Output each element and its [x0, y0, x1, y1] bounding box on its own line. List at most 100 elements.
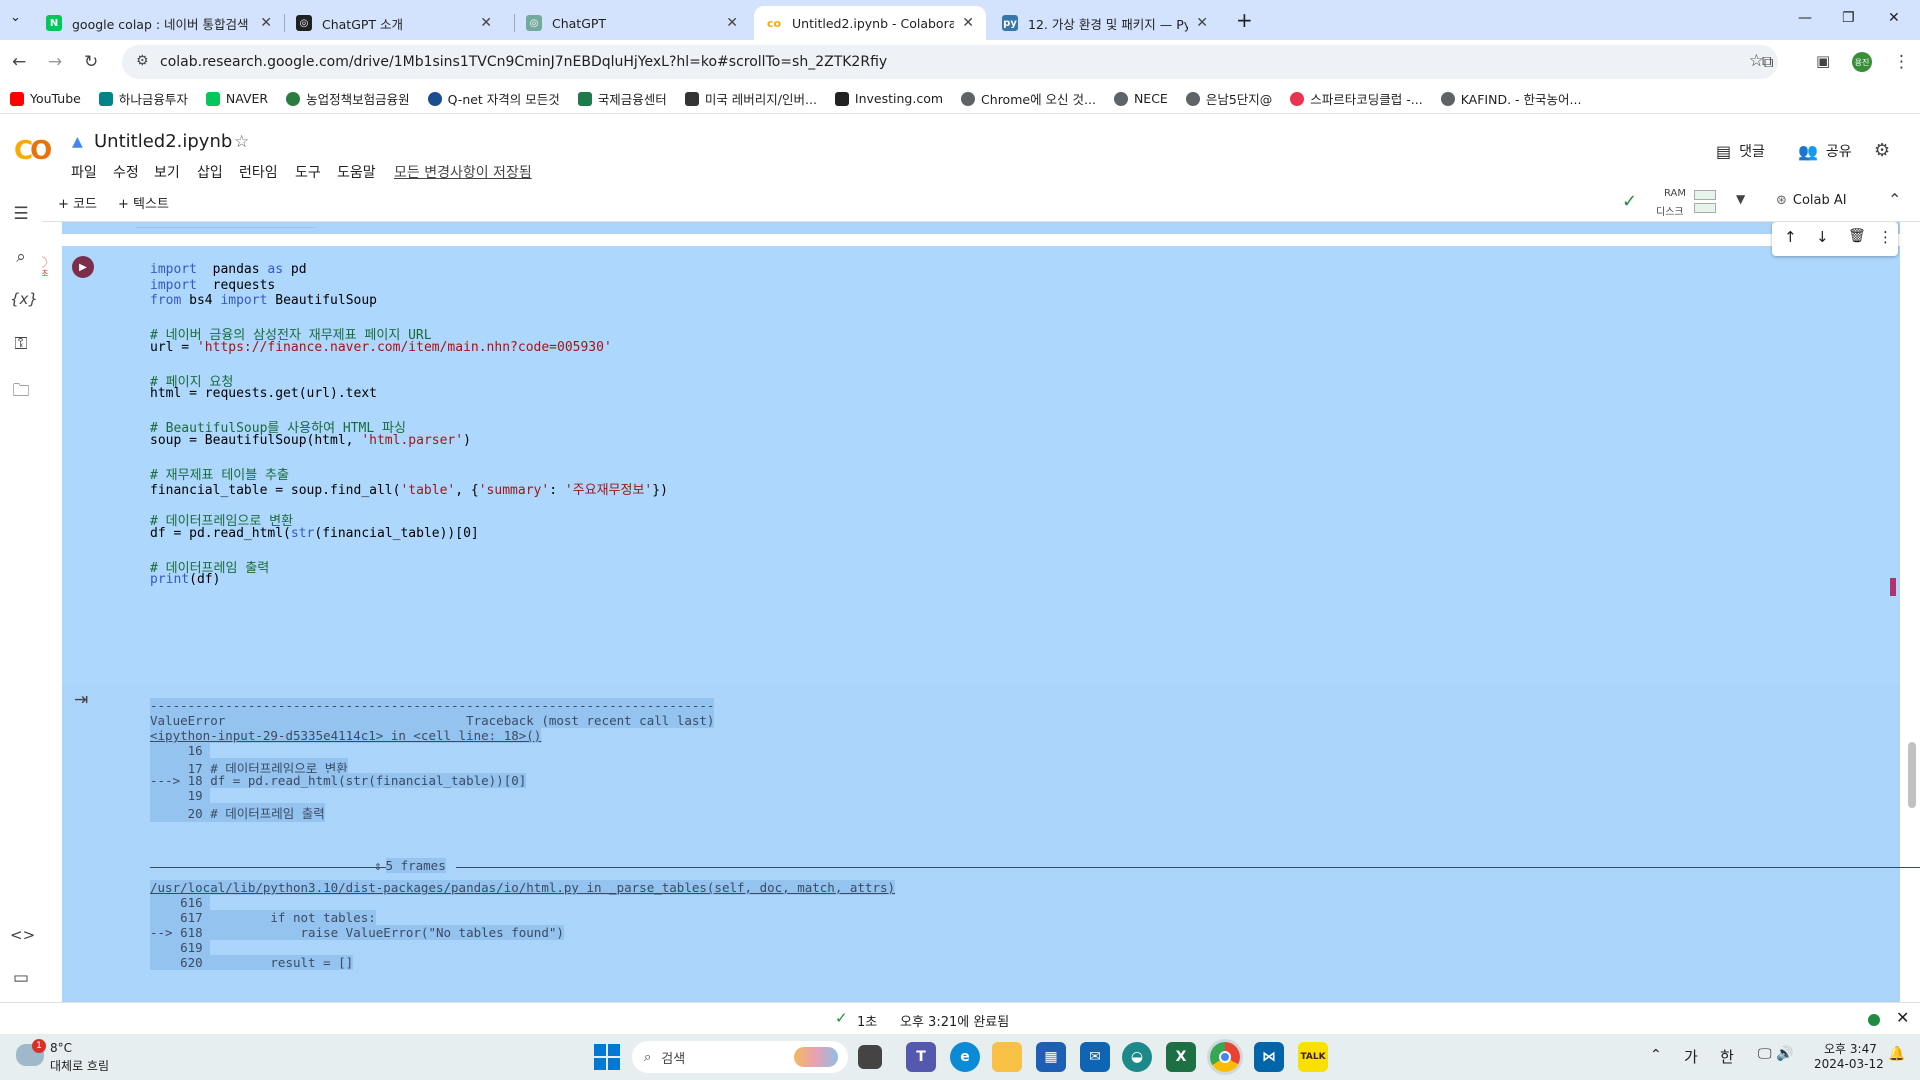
bookmark-leverage[interactable]: 미국 레버리지/인버... — [684, 89, 817, 108]
files-folder-icon[interactable]: 🗀 — [10, 378, 32, 407]
kakaotalk-icon[interactable]: TALK — [1298, 1042, 1328, 1072]
secrets-key-icon[interactable]: ⚿ — [10, 334, 32, 354]
bookmark-qnet[interactable]: Q-net 자격의 모든것 — [427, 89, 560, 108]
menu-file[interactable]: 파일 — [71, 162, 97, 182]
tray-chevron-icon[interactable]: ⌃ — [1650, 1047, 1662, 1063]
minimize-icon[interactable]: — — [1798, 10, 1812, 26]
close-window-icon[interactable]: ✕ — [1888, 10, 1900, 26]
tab-naver-search[interactable]: N google colap : 네이버 통합검색 ✕ — [34, 6, 284, 40]
tab-chatgpt[interactable]: ◎ ChatGPT ✕ — [514, 6, 750, 40]
close-tab-icon[interactable]: ✕ — [480, 15, 492, 31]
tab-search-icon[interactable]: ⌄ — [10, 10, 21, 25]
search-icon[interactable]: ⌕ — [10, 247, 32, 267]
add-text-button[interactable]: + 텍스트 — [118, 193, 169, 212]
share-button[interactable]: 👥 공유 — [1798, 141, 1852, 161]
tab-colab-active[interactable]: co Untitled2.ipynb - Colaboratory ✕ — [754, 6, 986, 40]
run-cell-button[interactable]: ▶ — [72, 256, 94, 278]
tab-python-docs[interactable]: py 12. 가상 환경 및 패키지 — Pyt ✕ — [990, 6, 1220, 40]
forward-icon[interactable]: → — [48, 52, 62, 72]
close-tab-icon[interactable]: ✕ — [726, 15, 738, 31]
bookmark-investing[interactable]: Investing.com — [834, 91, 943, 106]
bookmark-agri[interactable]: 농업정책보험금융원 — [286, 89, 410, 108]
weather-desc: 대체로 흐림 — [50, 1059, 110, 1073]
move-up-icon[interactable]: ↑ — [1784, 228, 1797, 246]
bookmark-kafind[interactable]: KAFIND. - 한국농어... — [1440, 89, 1581, 108]
python-app-icon[interactable]: ◒ — [1122, 1042, 1152, 1072]
code-editor[interactable] — [62, 246, 1900, 684]
menu-tools[interactable]: 도구 — [295, 162, 321, 182]
close-tab-icon[interactable]: ✕ — [260, 15, 272, 31]
side-panel-icon[interactable]: ▣ — [1816, 52, 1830, 70]
code-line: df = pd.read_html(str(financial_table))[… — [150, 525, 479, 541]
colab-logo[interactable]: CO — [14, 136, 52, 166]
terminal-icon[interactable]: ▭ — [10, 968, 32, 988]
bookmark-sparta[interactable]: 스파르타코딩클럽 -... — [1290, 89, 1423, 108]
disk-meter[interactable] — [1694, 203, 1716, 213]
menu-view[interactable]: 보기 — [154, 162, 180, 182]
notebook-title[interactable]: Untitled2.ipynb — [94, 131, 232, 152]
chrome-icon[interactable] — [1210, 1042, 1240, 1072]
frames-label: 5 frames — [385, 858, 446, 873]
ram-meter[interactable] — [1694, 190, 1716, 200]
extensions-icon[interactable]: ⧉ — [1762, 52, 1773, 72]
comment-button[interactable]: ▤ 댓글 — [1716, 141, 1765, 161]
menu-edit[interactable]: 수정 — [113, 162, 139, 182]
clock-date[interactable]: 2024-03-12 — [1814, 1057, 1884, 1071]
menu-runtime[interactable]: 런타임 — [239, 162, 278, 182]
frames-toggle[interactable]: ⇕ 5 frames — [374, 858, 446, 873]
new-tab-icon[interactable]: + — [1236, 8, 1253, 32]
notification-bell-icon[interactable]: 🔔 — [1888, 1046, 1905, 1062]
ime-language-indicator[interactable]: 한 — [1720, 1046, 1734, 1067]
profile-avatar[interactable]: 용진 — [1852, 52, 1872, 72]
reload-icon[interactable]: ↻ — [84, 52, 98, 72]
close-tab-icon[interactable]: ✕ — [962, 15, 974, 31]
teams-icon[interactable]: T — [906, 1042, 936, 1072]
address-bar[interactable]: ⚙ colab.research.google.com/drive/1Mb1si… — [122, 45, 1778, 79]
colab-ai-button[interactable]: ⊛ Colab AI — [1776, 193, 1847, 208]
traceback-line[interactable]: /usr/local/lib/python3.10/dist-packages/… — [150, 880, 896, 895]
excel-icon[interactable]: X — [1166, 1042, 1196, 1072]
add-code-button[interactable]: + 코드 — [58, 193, 97, 212]
menu-help[interactable]: 도움말 — [337, 162, 376, 182]
bookmark-hana[interactable]: 하나금융투자 — [98, 89, 188, 108]
output-action-icon[interactable]: ⇥ — [74, 690, 88, 710]
scrollbar-thumb[interactable] — [1908, 742, 1916, 808]
move-down-icon[interactable]: ↓ — [1816, 228, 1829, 246]
windows-start-icon[interactable] — [594, 1044, 620, 1070]
traceback-line[interactable]: <ipython-input-29-d5335e4114c1> in <cell… — [150, 728, 542, 743]
back-icon[interactable]: ← — [12, 52, 26, 72]
ime-mode-indicator[interactable]: 가 — [1684, 1046, 1698, 1067]
restore-icon[interactable]: ❐ — [1842, 10, 1855, 26]
close-status-icon[interactable]: ✕ — [1896, 1008, 1909, 1027]
variables-icon[interactable]: {x} — [10, 290, 38, 308]
tab-chatgpt-intro[interactable]: ◎ ChatGPT 소개 ✕ — [284, 6, 504, 40]
bookmark-naver[interactable]: NAVER — [205, 91, 268, 106]
save-status[interactable]: 모든 변경사항이 저장됨 — [394, 162, 532, 182]
collapse-header-icon[interactable]: ⌃ — [1888, 190, 1901, 209]
cell-more-icon[interactable]: ⋮ — [1878, 228, 1893, 246]
bookmark-nece[interactable]: NECE — [1113, 91, 1168, 106]
star-icon[interactable]: ☆ — [234, 132, 249, 152]
ms-store-icon[interactable]: ▦ — [1036, 1042, 1066, 1072]
bookmark-apartment[interactable]: 은남5단지@ — [1185, 89, 1272, 108]
close-tab-icon[interactable]: ✕ — [1196, 15, 1208, 31]
site-info-icon[interactable]: ⚙ — [136, 53, 149, 69]
bookmark-youtube[interactable]: YouTube — [10, 91, 81, 106]
toc-icon[interactable]: ☰ — [10, 204, 32, 224]
file-explorer-icon[interactable] — [992, 1042, 1022, 1072]
delete-cell-icon[interactable]: 🗑 — [1848, 228, 1866, 244]
clock-time[interactable]: 오후 3:47 — [1824, 1040, 1877, 1057]
more-menu-icon[interactable]: ⋮ — [1893, 52, 1910, 72]
edge-icon[interactable]: e — [950, 1042, 980, 1072]
mail-icon[interactable]: ✉ — [1080, 1042, 1110, 1072]
bookmark-chrome[interactable]: Chrome에 오신 것... — [961, 89, 1096, 108]
settings-gear-icon[interactable]: ⚙ — [1874, 140, 1890, 161]
code-snippets-icon[interactable]: <> — [10, 926, 35, 944]
task-view-icon[interactable] — [858, 1045, 882, 1069]
network-volume-icon[interactable]: 🖵 🔊 — [1758, 1046, 1793, 1062]
bookmark-kcif[interactable]: 국제금융센터 — [577, 89, 667, 108]
menu-insert[interactable]: 삽입 — [197, 162, 223, 182]
vscode-icon[interactable]: ⋈ — [1254, 1042, 1284, 1072]
resources-dropdown-icon[interactable]: ▼ — [1736, 192, 1745, 206]
taskbar-search-box[interactable]: ⌕ 검색 — [632, 1041, 848, 1073]
